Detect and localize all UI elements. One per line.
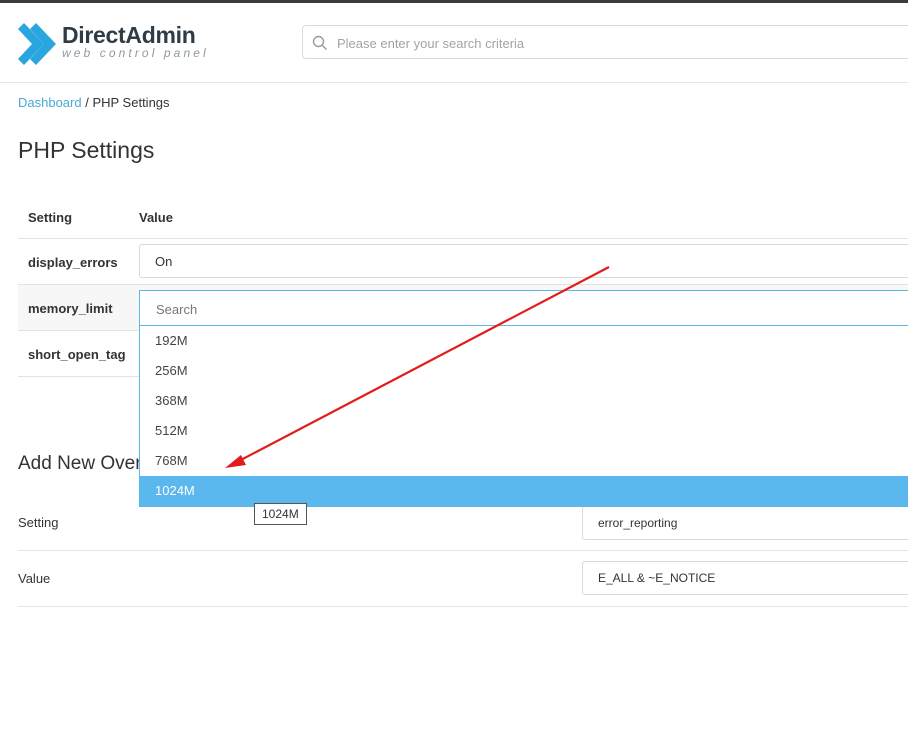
dropdown-option[interactable]: 368M — [140, 386, 908, 416]
breadcrumb-dashboard-link[interactable]: Dashboard — [18, 95, 82, 110]
dropdown-option[interactable]: 512M — [140, 416, 908, 446]
column-header-setting: Setting — [28, 210, 73, 225]
setting-name: display_errors — [28, 255, 118, 270]
dropdown-option[interactable]: 256M — [140, 356, 908, 386]
logo[interactable]: DirectAdmin web control panel — [18, 22, 218, 67]
dropdown-search — [140, 291, 908, 326]
memory-limit-dropdown[interactable]: 192M 256M 368M 512M 768M 1024M — [139, 290, 908, 507]
settings-table-header: Setting Value — [18, 200, 908, 239]
directadmin-logo-icon — [18, 23, 56, 65]
page-title: PHP Settings — [18, 137, 155, 163]
override-setting-value: error_reporting — [598, 516, 678, 530]
setting-label: Setting — [18, 515, 59, 530]
dropdown-option[interactable]: 768M — [140, 446, 908, 476]
override-setting-row: Setting error_reporting — [18, 500, 908, 551]
breadcrumb: Dashboard / PHP Settings — [18, 95, 170, 110]
select-value: On — [155, 254, 173, 269]
dropdown-search-input[interactable] — [154, 298, 858, 320]
breadcrumb-current: PHP Settings — [92, 95, 170, 110]
brand-tagline: web control panel — [62, 46, 209, 60]
override-value-input[interactable]: E_ALL & ~E_NOTICE — [582, 561, 908, 595]
override-value-row: Value E_ALL & ~E_NOTICE — [18, 551, 908, 607]
setting-name: memory_limit — [28, 301, 113, 316]
dropdown-option[interactable]: 192M — [140, 326, 908, 356]
option-tooltip: 1024M — [254, 503, 307, 525]
setting-name: short_open_tag — [28, 347, 126, 362]
table-row: display_errors On — [18, 239, 908, 285]
value-label: Value — [18, 571, 51, 586]
column-header-value: Value — [139, 210, 173, 225]
dropdown-option-highlighted[interactable]: 1024M — [140, 476, 908, 506]
search-icon — [312, 35, 327, 50]
search-input[interactable] — [335, 26, 899, 60]
header: DirectAdmin web control panel — [0, 3, 908, 83]
override-value-text: E_ALL & ~E_NOTICE — [598, 571, 716, 585]
brand-name: DirectAdmin — [62, 22, 196, 48]
search-bar[interactable] — [302, 25, 908, 60]
override-setting-select[interactable]: error_reporting — [582, 506, 908, 540]
display-errors-select[interactable]: On — [139, 244, 908, 278]
breadcrumb-separator: / — [81, 95, 93, 110]
